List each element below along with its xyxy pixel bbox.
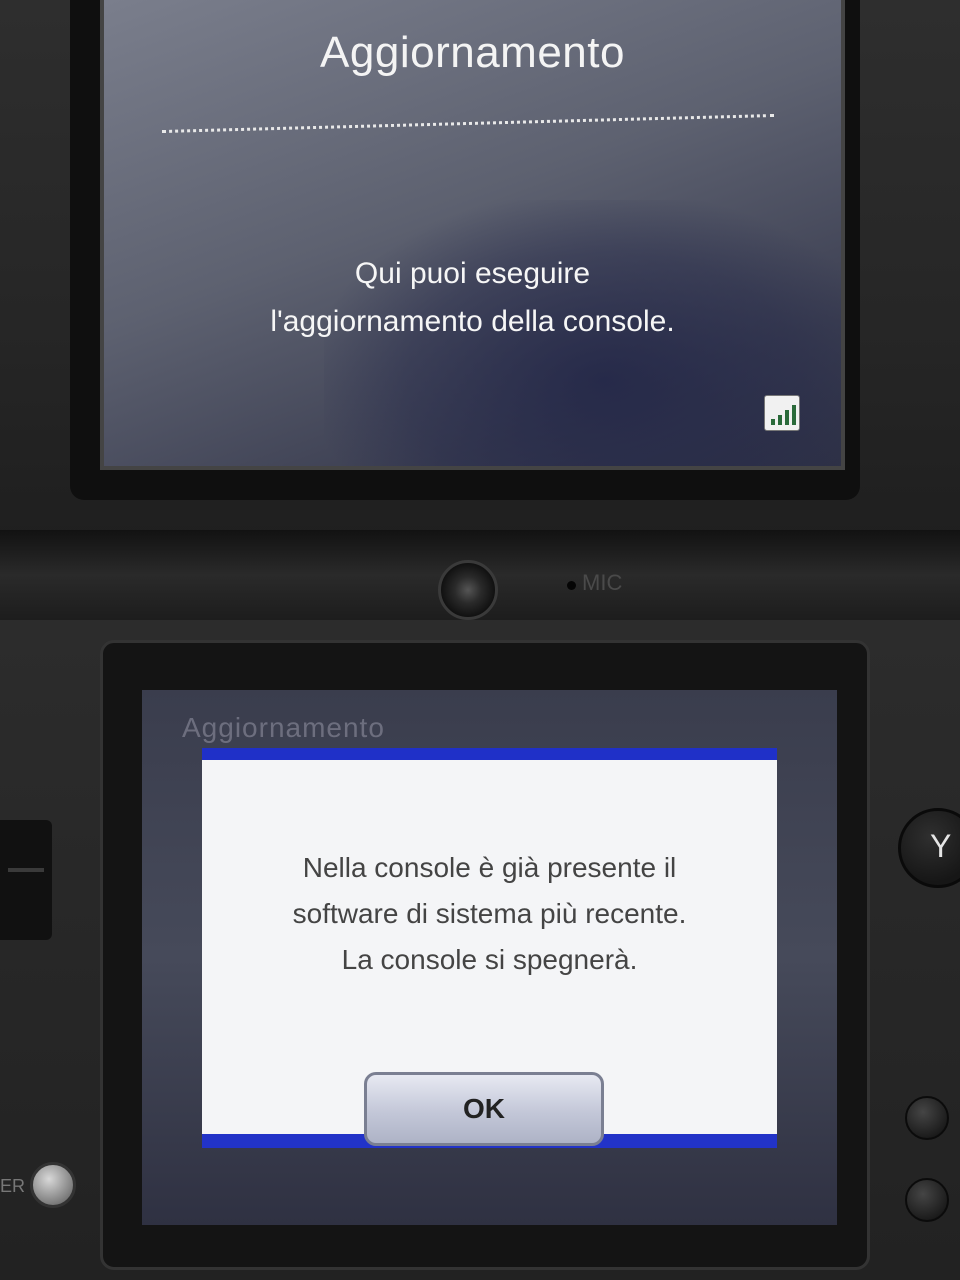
start-button[interactable] bbox=[905, 1096, 949, 1140]
dpad-divider bbox=[8, 868, 44, 872]
ok-button[interactable]: OK bbox=[364, 1072, 604, 1146]
top-screen-message: Qui puoi eseguire l'aggiornamento della … bbox=[270, 257, 675, 338]
mic-label: MIC bbox=[582, 570, 623, 595]
dialog-message: Nella console è già presente il software… bbox=[292, 852, 687, 975]
microphone-icon bbox=[567, 581, 576, 590]
system-dialog: Nella console è già presente il software… bbox=[202, 748, 777, 1148]
background-title: Aggiornamento bbox=[182, 712, 385, 743]
y-button-label: Y bbox=[930, 828, 952, 864]
bottom-screen: Aggiornamento Nella console è già presen… bbox=[142, 690, 837, 1225]
camera-lens-icon bbox=[438, 560, 498, 620]
power-label: ER bbox=[0, 1176, 26, 1196]
top-screen: Aggiornamento Qui puoi eseguire l'aggior… bbox=[100, 0, 845, 470]
dpad-button[interactable] bbox=[0, 820, 52, 940]
select-button[interactable] bbox=[905, 1178, 949, 1222]
signal-strength-icon bbox=[764, 395, 800, 431]
power-button[interactable] bbox=[30, 1162, 76, 1208]
title-divider bbox=[162, 113, 774, 134]
page-title: Aggiornamento bbox=[320, 28, 625, 77]
